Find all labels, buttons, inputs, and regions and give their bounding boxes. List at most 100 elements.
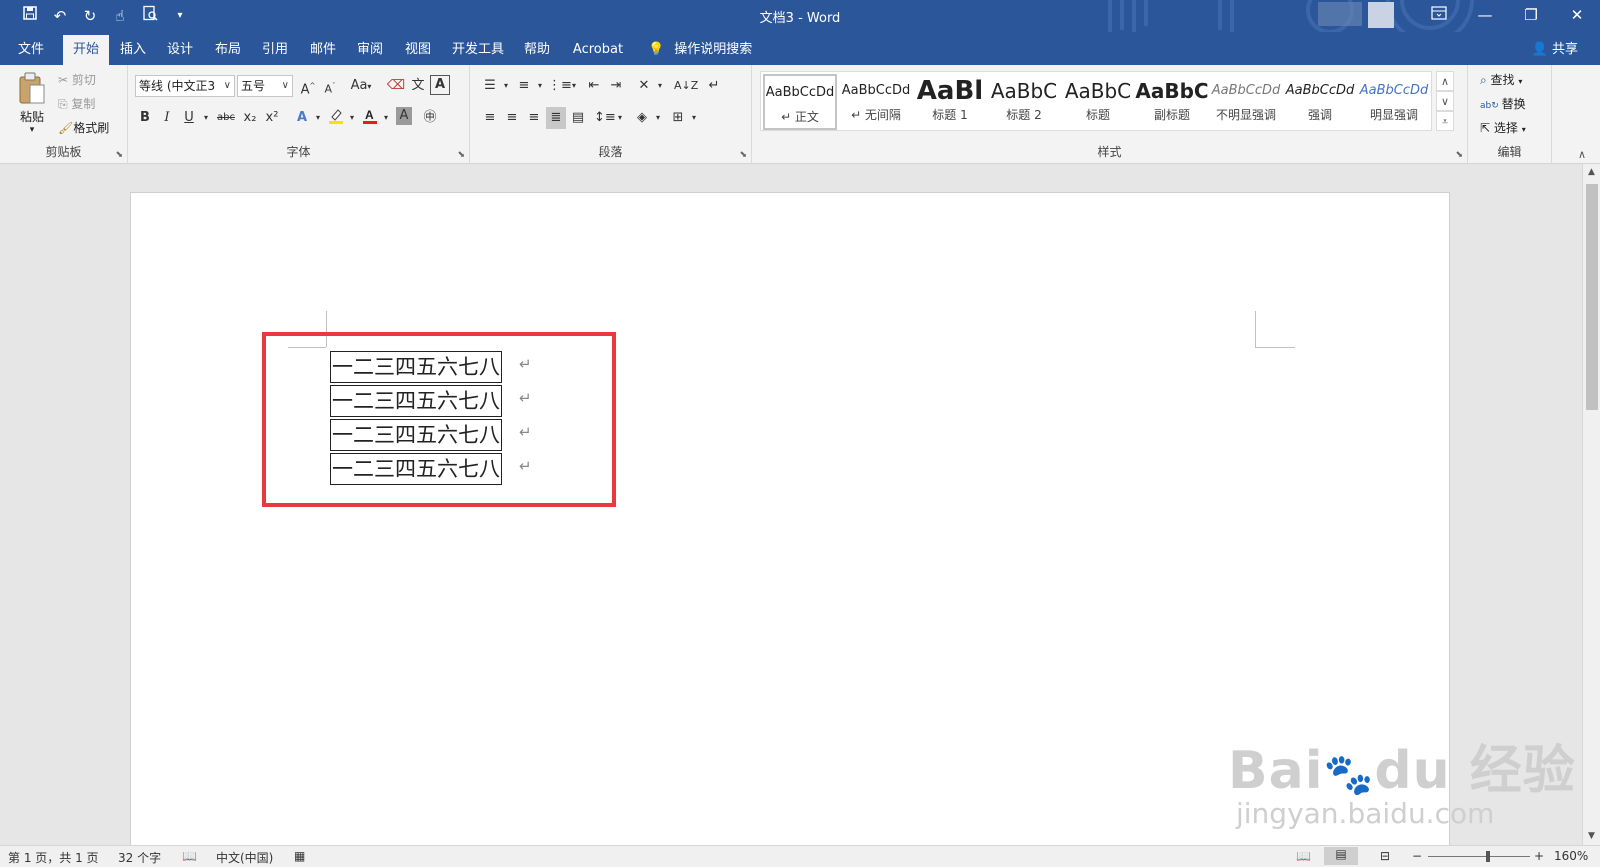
zoom-out-button[interactable]: −: [1412, 849, 1422, 863]
tab-references[interactable]: 引用: [252, 35, 298, 65]
chevron-up-icon[interactable]: ∧: [1436, 71, 1454, 91]
tab-view[interactable]: 视图: [395, 35, 441, 65]
vertical-scrollbar[interactable]: ▲ ▼: [1582, 164, 1600, 845]
style-intense-emphasis[interactable]: AaBbCcDd 明显强调: [1357, 74, 1431, 130]
minimize-icon[interactable]: —: [1462, 0, 1508, 32]
paste-button[interactable]: 粘贴 ▾: [14, 71, 50, 135]
shrink-font-icon[interactable]: Aˇ: [320, 75, 340, 97]
tell-me-search[interactable]: 💡 操作说明搜索: [648, 35, 752, 65]
clear-formatting-icon[interactable]: ⌫: [386, 75, 406, 97]
proofing-icon[interactable]: 📖: [182, 849, 197, 863]
copy-button[interactable]: ⎘ 复制: [58, 95, 95, 112]
tab-layout[interactable]: 布局: [205, 35, 251, 65]
avatar[interactable]: [1368, 2, 1394, 28]
scroll-down-icon[interactable]: ▼: [1583, 828, 1600, 845]
zoom-slider-thumb[interactable]: [1486, 851, 1490, 862]
read-mode-icon[interactable]: 📖: [1296, 849, 1311, 863]
chevron-down-icon[interactable]: ∨: [1436, 91, 1454, 111]
font-color-dropdown-icon[interactable]: ▾: [376, 107, 396, 129]
format-painter-button[interactable]: 🖌格式刷: [58, 119, 109, 136]
style-title[interactable]: AaBbC 标题: [1061, 74, 1135, 130]
style-normal[interactable]: AaBbCcDd ↵ 正文: [763, 74, 837, 130]
word-count[interactable]: 32 个字: [118, 849, 161, 866]
tab-home[interactable]: 开始: [63, 35, 109, 65]
language[interactable]: 中文(中国): [216, 849, 273, 866]
character-shading-icon[interactable]: A: [396, 107, 412, 125]
text-effects-dropdown-icon[interactable]: ▾: [308, 107, 328, 129]
print-layout-icon[interactable]: ▤: [1324, 847, 1358, 865]
cut-button[interactable]: ✂ 剪切: [58, 71, 96, 88]
more-styles-icon[interactable]: ⩡: [1436, 111, 1454, 131]
font-group-label: 字体: [286, 145, 311, 159]
page-count[interactable]: 第 1 页，共 1 页: [8, 849, 99, 866]
line-spacing-dropdown-icon[interactable]: ▾: [610, 107, 630, 129]
zoom-slider[interactable]: [1428, 856, 1530, 857]
tab-developer[interactable]: 开发工具: [446, 35, 510, 65]
select-button[interactable]: ⇱ 选择 ▾: [1480, 119, 1526, 136]
tab-insert[interactable]: 插入: [110, 35, 156, 65]
share-button[interactable]: 👤 共享: [1532, 35, 1578, 65]
italic-button[interactable]: I: [157, 107, 177, 129]
zoom-level[interactable]: 160%: [1554, 849, 1588, 863]
tab-design[interactable]: 设计: [157, 35, 203, 65]
highlight-dropdown-icon[interactable]: ▾: [342, 107, 362, 129]
style-subtle-emphasis[interactable]: AaBbCcDd 不明显强调: [1209, 74, 1283, 130]
close-icon[interactable]: ✕: [1554, 0, 1600, 32]
superscript-button[interactable]: x²: [262, 107, 282, 129]
tab-review[interactable]: 审阅: [347, 35, 393, 65]
numbering-dropdown-icon[interactable]: ▾: [530, 75, 550, 97]
strikethrough-button[interactable]: abc: [214, 107, 238, 129]
style-sample: AaBbC: [1135, 79, 1209, 103]
grow-font-icon[interactable]: A^: [298, 75, 318, 97]
style-heading-2[interactable]: AaBbC 标题 2: [987, 74, 1061, 130]
font-name-value: 等线 (中文正3: [139, 79, 216, 93]
paragraph-launcher-icon[interactable]: ⬊: [739, 150, 747, 160]
phonetic-guide-icon[interactable]: 文: [408, 75, 428, 97]
align-left-icon[interactable]: ≡: [480, 107, 500, 129]
bullets-dropdown-icon[interactable]: ▾: [496, 75, 516, 97]
font-name-combo[interactable]: 等线 (中文正3 ∨: [135, 75, 235, 97]
tab-acrobat[interactable]: Acrobat: [566, 35, 630, 65]
decrease-indent-icon[interactable]: ⇤: [584, 75, 604, 97]
zoom-in-button[interactable]: +: [1534, 849, 1544, 863]
paste-icon: [19, 72, 45, 104]
web-layout-icon[interactable]: ⊟: [1380, 849, 1390, 863]
tab-file[interactable]: 文件: [8, 35, 54, 65]
restore-icon[interactable]: ❐: [1508, 0, 1554, 32]
show-marks-icon[interactable]: ↵: [704, 75, 724, 97]
style-no-spacing[interactable]: AaBbCcDd ↵ 无间隔: [839, 74, 913, 130]
shading-dropdown-icon[interactable]: ▾: [648, 107, 668, 129]
bold-button[interactable]: B: [135, 107, 155, 129]
clipboard-launcher-icon[interactable]: ⬊: [115, 150, 123, 160]
multilevel-dropdown-icon[interactable]: ▾: [564, 75, 584, 97]
justify-icon[interactable]: ≣: [546, 107, 566, 129]
style-emphasis[interactable]: AaBbCcDd 强调: [1283, 74, 1357, 130]
align-center-icon[interactable]: ≡: [502, 107, 522, 129]
enclose-characters-icon[interactable]: ㊥: [420, 107, 440, 129]
change-case-button[interactable]: Aa▾: [346, 75, 376, 97]
styles-launcher-icon[interactable]: ⬊: [1455, 150, 1463, 160]
chinese-layout-dropdown-icon[interactable]: ▾: [650, 75, 670, 97]
distributed-icon[interactable]: ▤: [568, 107, 588, 129]
subscript-button[interactable]: x₂: [240, 107, 260, 129]
macro-icon[interactable]: ▦: [294, 849, 305, 863]
paste-dropdown-icon[interactable]: ▾: [14, 125, 50, 135]
tab-mailings[interactable]: 邮件: [300, 35, 346, 65]
scrollbar-thumb[interactable]: [1586, 184, 1598, 410]
scroll-up-icon[interactable]: ▲: [1583, 164, 1600, 181]
replace-button[interactable]: ab↻ 替换: [1480, 95, 1526, 112]
style-heading-1[interactable]: AaBl 标题 1: [913, 74, 987, 130]
style-subtitle[interactable]: AaBbC 副标题: [1135, 74, 1209, 130]
font-launcher-icon[interactable]: ⬊: [457, 150, 465, 160]
sort-icon[interactable]: A↓Z: [674, 75, 698, 97]
borders-dropdown-icon[interactable]: ▾: [684, 107, 704, 129]
underline-dropdown-icon[interactable]: ▾: [196, 107, 216, 129]
ribbon-display-icon[interactable]: [1416, 0, 1462, 32]
increase-indent-icon[interactable]: ⇥: [606, 75, 626, 97]
character-border-icon[interactable]: A: [430, 75, 450, 95]
font-size-combo[interactable]: 五号 ∨: [237, 75, 293, 97]
align-right-icon[interactable]: ≡: [524, 107, 544, 129]
collapse-ribbon-icon[interactable]: ∧: [1578, 148, 1586, 161]
tab-help[interactable]: 帮助: [514, 35, 560, 65]
find-button[interactable]: ⌕ 查找 ▾: [1480, 71, 1522, 88]
